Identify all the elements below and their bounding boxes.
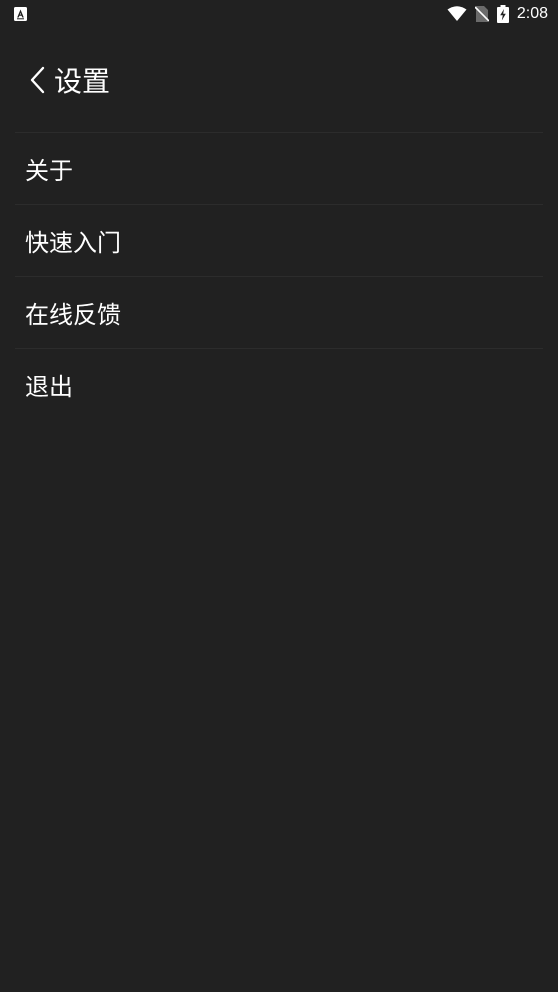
- menu-item-logout[interactable]: 退出: [15, 348, 543, 420]
- menu-item-online-feedback[interactable]: 在线反馈: [15, 276, 543, 348]
- status-left: [14, 7, 27, 21]
- menu-item-label: 在线反馈: [25, 301, 121, 329]
- wifi-icon: [447, 6, 467, 22]
- menu-item-label: 关于: [25, 157, 73, 185]
- status-bar: 2:08: [0, 0, 558, 28]
- menu-item-label: 退出: [25, 373, 73, 401]
- header: 设置: [0, 28, 558, 132]
- settings-menu-list: 关于 快速入门 在线反馈 退出: [15, 132, 543, 420]
- battery-charging-icon: [496, 5, 509, 23]
- status-time: 2:08: [516, 5, 548, 22]
- status-right: 2:08: [447, 5, 548, 23]
- app-notification-icon: [14, 7, 27, 21]
- menu-item-about[interactable]: 关于: [15, 132, 543, 204]
- menu-item-label: 快速入门: [25, 229, 121, 257]
- no-sim-icon: [474, 5, 489, 23]
- back-button[interactable]: 设置: [26, 60, 110, 100]
- page-title: 设置: [54, 65, 111, 98]
- menu-item-quick-start[interactable]: 快速入门: [15, 204, 543, 276]
- chevron-left-icon: [26, 65, 48, 95]
